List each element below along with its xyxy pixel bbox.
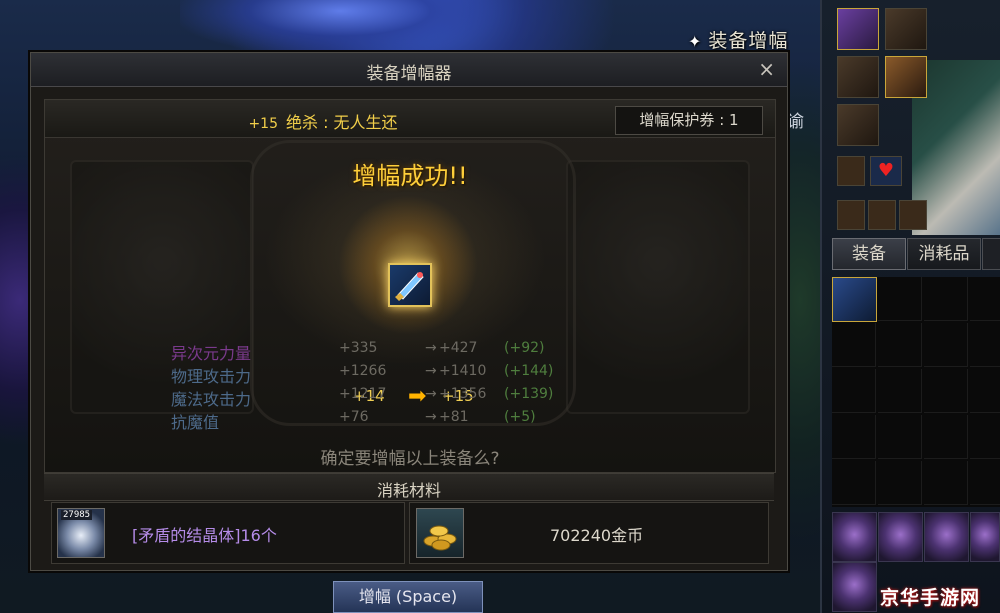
material-quantity: 27985	[61, 510, 93, 520]
equip-slot-icon[interactable]	[885, 8, 927, 50]
stat-before: +1217	[339, 386, 387, 402]
protection-ticket-count: 增幅保护券 : 1	[615, 106, 763, 135]
inventory-slot[interactable]	[924, 323, 968, 367]
stat-name: 抗魔值	[171, 413, 220, 432]
close-icon[interactable]: ×	[758, 57, 775, 81]
equip-slot-icon[interactable]	[868, 200, 896, 230]
inventory-slot[interactable]	[924, 369, 968, 413]
equip-slot-icon[interactable]	[837, 104, 879, 146]
arrow-right-icon: ➡	[408, 384, 427, 409]
stat-after: +1356	[439, 386, 487, 402]
material-crystal: 27985 [矛盾的结晶体]16个	[51, 502, 405, 564]
locked-slot[interactable]	[832, 562, 877, 612]
equip-slot-icon[interactable]	[837, 200, 865, 230]
inventory-slot[interactable]	[970, 461, 1000, 505]
enhance-panel: +15 绝杀 : 无人生还 增幅保护券 : 1 增幅成功!! +14 ➡ +15 …	[44, 99, 776, 473]
inventory-slot[interactable]	[878, 323, 922, 367]
stat-delta: (+92)	[504, 340, 545, 356]
locked-slot[interactable]	[878, 512, 923, 562]
stat-before: +76	[339, 409, 369, 425]
inventory-slot[interactable]	[970, 277, 1000, 321]
stat-before: +335	[339, 340, 378, 356]
tab-consumables[interactable]: 消耗品	[907, 238, 981, 270]
equip-slot-icon[interactable]	[885, 56, 927, 98]
locked-slot[interactable]	[970, 512, 1000, 562]
stat-delta: (+5)	[504, 409, 536, 425]
background-decoration	[180, 0, 500, 55]
watermark-logo: 京华手游网	[880, 587, 981, 609]
equip-slot-icon[interactable]	[837, 56, 879, 98]
equip-slot-icon[interactable]	[899, 200, 927, 230]
inventory-slot[interactable]	[970, 369, 1000, 413]
inventory-slot[interactable]	[832, 277, 877, 322]
stat-name: 魔法攻击力	[171, 390, 252, 409]
decorative-arch	[566, 160, 750, 414]
stat-name: 异次元力量	[171, 344, 252, 363]
stat-after: +427	[439, 340, 478, 356]
stat-after: +1410	[439, 363, 487, 379]
inventory-slot[interactable]	[924, 461, 968, 505]
stat-after: +81	[439, 409, 469, 425]
arrow-icon: →	[425, 340, 437, 356]
tab-equipment[interactable]: 装备	[832, 238, 906, 270]
enhance-button[interactable]: 增幅 (Space)	[333, 581, 483, 613]
inventory-slot[interactable]	[832, 415, 876, 459]
item-name-bar: +15 绝杀 : 无人生还 增幅保护券 : 1	[45, 100, 775, 138]
material-name: [矛盾的结晶体]16个	[132, 526, 277, 545]
inventory-slot[interactable]	[924, 415, 968, 459]
gold-coins-icon	[416, 508, 464, 558]
material-gold: 702240金币	[409, 502, 769, 564]
inventory-slot[interactable]	[832, 369, 876, 413]
inventory-slot[interactable]	[832, 461, 876, 505]
heart-icon[interactable]: ♥	[870, 156, 902, 186]
dialog-title: 装备增幅器	[366, 64, 452, 84]
result-text: 增幅成功!!	[352, 162, 468, 190]
item-name: +15 绝杀 : 无人生还	[248, 113, 398, 132]
equip-slot-icon[interactable]	[837, 8, 879, 50]
arrow-icon: →	[425, 386, 437, 402]
inventory-slot[interactable]	[878, 277, 922, 321]
locked-slot[interactable]	[924, 512, 969, 562]
stat-name: 物理攻击力	[171, 367, 252, 386]
inventory-slot[interactable]	[878, 415, 922, 459]
inventory-slot[interactable]	[832, 323, 876, 367]
inventory-slot[interactable]	[970, 415, 1000, 459]
stat-delta: (+144)	[504, 363, 554, 379]
equipment-enhancer-dialog: 装备增幅器 × +15 绝杀 : 无人生还 增幅保护券 : 1 增幅成功!! +1…	[30, 52, 788, 571]
confirm-text: 确定要增幅以上装备么?	[320, 449, 500, 469]
inventory-slot[interactable]	[878, 369, 922, 413]
dialog-titlebar: 装备增幅器 ×	[31, 53, 787, 87]
weapon-icon[interactable]	[388, 263, 432, 307]
inventory-slot[interactable]	[970, 323, 1000, 367]
inventory-slot[interactable]	[878, 461, 922, 505]
gold-cost: 702240金币	[550, 526, 644, 545]
inventory-slot[interactable]	[924, 277, 968, 321]
arrow-icon: →	[425, 363, 437, 379]
tab-more[interactable]	[982, 238, 1000, 270]
equip-slot-icon[interactable]	[837, 156, 865, 186]
crystal-icon[interactable]: 27985	[57, 508, 105, 558]
stat-before: +1266	[339, 363, 387, 379]
arrow-icon: →	[425, 409, 437, 425]
inventory-grid	[832, 277, 1000, 507]
locked-slot[interactable]	[832, 512, 877, 562]
stat-delta: (+139)	[504, 386, 554, 402]
materials-header: 消耗材料	[44, 473, 774, 501]
enhance-hud-label: ✦ 装备增幅	[688, 30, 789, 52]
